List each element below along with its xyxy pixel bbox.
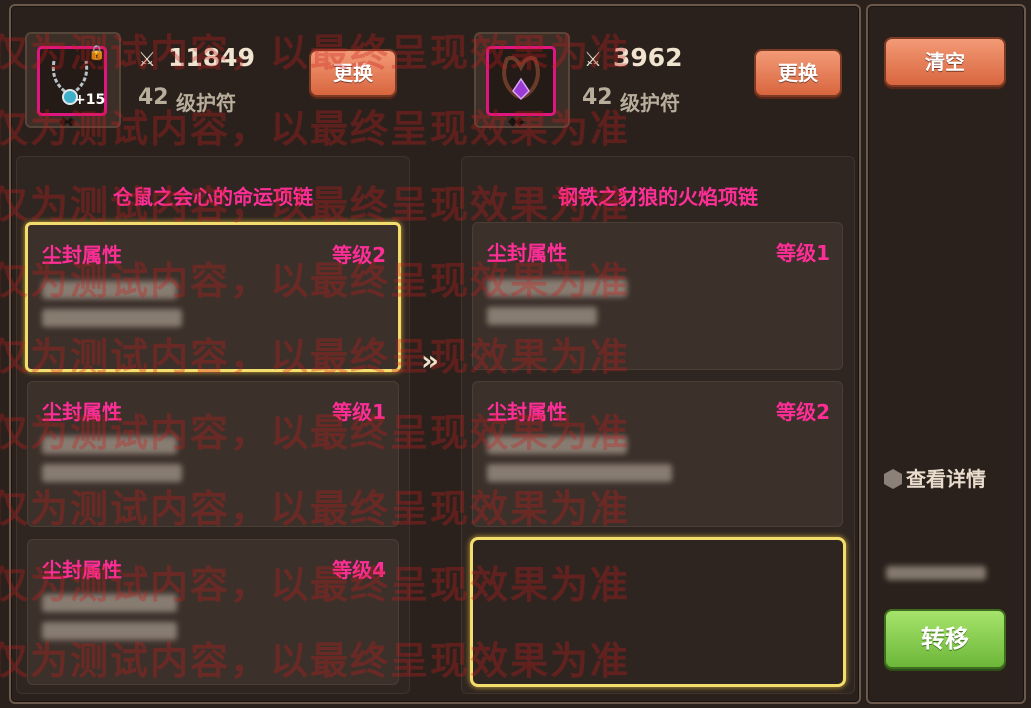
replace-left-button[interactable]: 更换	[309, 49, 397, 97]
left-power: 11849	[168, 43, 255, 72]
socket-diamonds: ◆◆	[59, 114, 76, 128]
card-title: 尘封属性	[42, 400, 122, 424]
left-level: 42	[138, 85, 169, 110]
amulet-icon	[486, 46, 556, 116]
blurred-stat	[42, 464, 182, 482]
empty-attribute-slot[interactable]	[470, 537, 846, 687]
blurred-stat	[487, 436, 627, 454]
left-item-type: 级护符	[176, 91, 236, 115]
transfer-button[interactable]: 转移	[884, 609, 1006, 669]
left-attribute-card-1[interactable]: 尘封属性 等级2	[25, 222, 401, 372]
card-level: 等级4	[332, 558, 386, 582]
card-title: 尘封属性	[42, 558, 122, 582]
enhance-level: +15	[74, 92, 106, 108]
left-attribute-card-3[interactable]: 尘封属性 等级4	[27, 539, 399, 685]
blurred-stat	[487, 464, 672, 482]
blurred-cost	[886, 566, 986, 580]
left-attribute-card-2[interactable]: 尘封属性 等级1	[27, 381, 399, 527]
blurred-stat	[42, 281, 177, 299]
blurred-stat	[42, 622, 177, 640]
card-title: 尘封属性	[487, 241, 567, 265]
blurred-stat	[487, 307, 597, 325]
lock-icon: 🔒	[88, 45, 106, 61]
view-details-link[interactable]: 查看详情	[884, 463, 986, 492]
right-attribute-card-2[interactable]: 尘封属性 等级2	[472, 381, 843, 527]
crossed-swords-icon: ⚔	[584, 47, 602, 71]
clear-button[interactable]: 清空	[884, 37, 1006, 87]
card-level: 等级2	[332, 243, 386, 267]
socket-diamonds: ◆◆	[508, 114, 525, 128]
card-title: 尘封属性	[42, 243, 122, 267]
replace-right-button[interactable]: 更换	[754, 49, 842, 97]
card-level: 等级2	[776, 400, 830, 424]
blurred-stat	[42, 309, 182, 327]
card-title: 尘封属性	[487, 400, 567, 424]
right-item-title: 钢铁之豺狼的火焰项链	[558, 185, 758, 209]
view-details-label: 查看详情	[906, 467, 986, 491]
blurred-stat	[42, 436, 177, 454]
left-item-slot[interactable]: ◆◆	[25, 32, 121, 128]
card-level: 等级1	[776, 241, 830, 265]
blurred-stat	[487, 279, 627, 297]
right-item-slot[interactable]: ◆◆	[474, 32, 570, 128]
right-power: 3962	[613, 43, 683, 72]
action-panel	[866, 4, 1026, 704]
crossed-swords-icon: ⚔	[138, 47, 156, 71]
blurred-stat	[42, 594, 177, 612]
right-item-type: 级护符	[620, 91, 680, 115]
left-item-title: 仓鼠之会心的命运项链	[113, 185, 313, 209]
info-hex-icon	[884, 469, 902, 489]
right-attribute-card-1[interactable]: 尘封属性 等级1	[472, 222, 843, 370]
transfer-arrow-icon: »	[421, 344, 440, 377]
right-level: 42	[582, 85, 613, 110]
card-level: 等级1	[332, 400, 386, 424]
